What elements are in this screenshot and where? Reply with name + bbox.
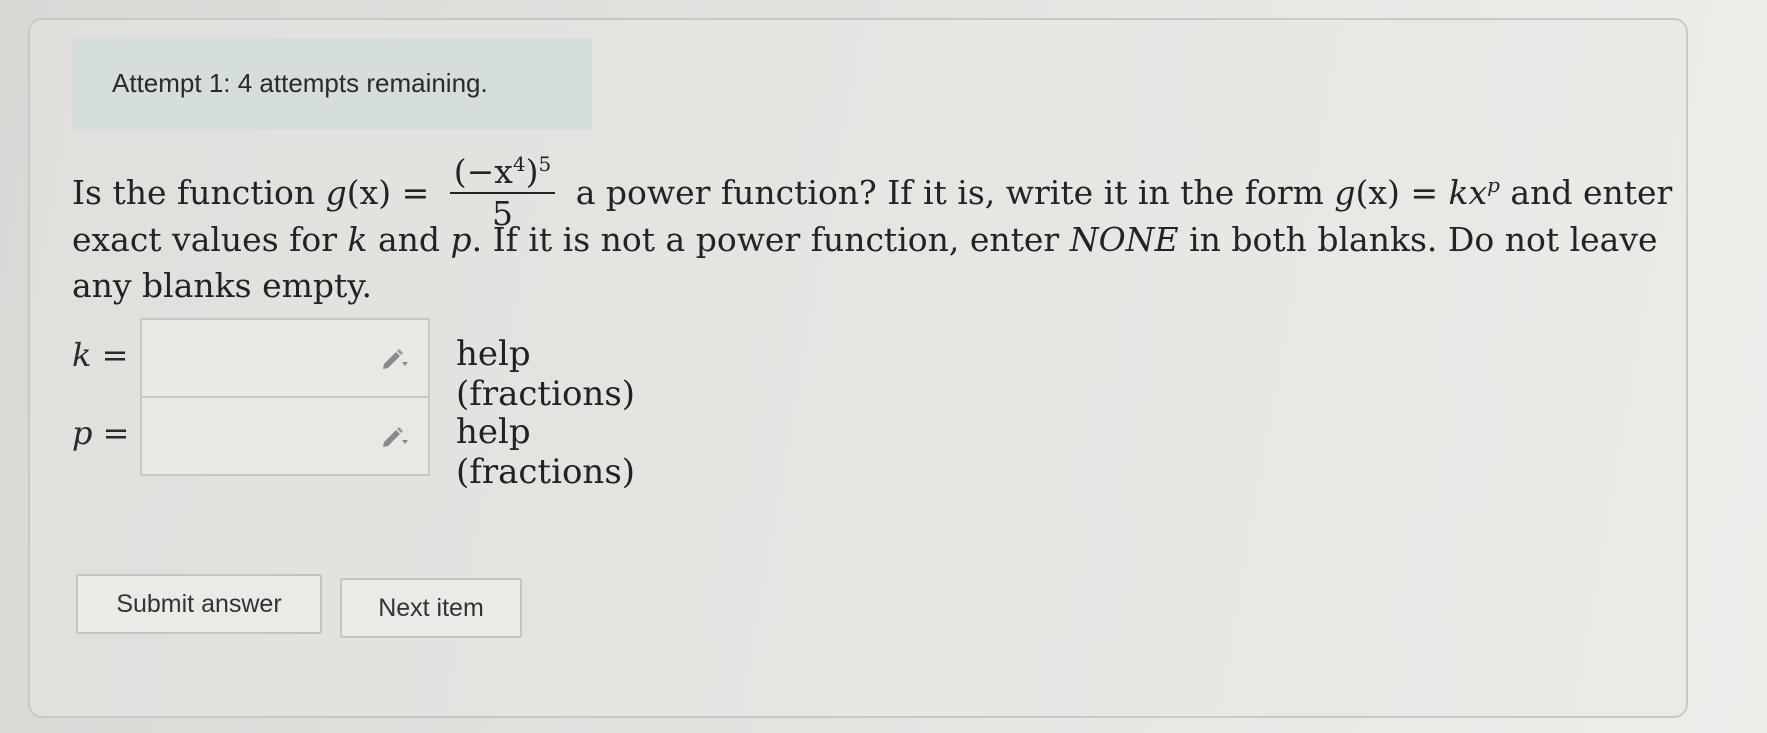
pencil-icon[interactable] (380, 346, 410, 370)
k-label: k = (72, 336, 129, 374)
question-intro: Is the function (72, 173, 326, 212)
pencil-icon[interactable] (380, 424, 410, 448)
attempt-banner: Attempt 1: 4 attempts remaining. (72, 38, 592, 130)
next-item-button[interactable]: Next item (340, 578, 522, 638)
k-help-link[interactable]: help (fractions) (456, 334, 635, 414)
question-mid: a power function? If it is, write it in … (565, 173, 1335, 212)
func-name: g (325, 173, 347, 212)
func-arg: (x) = (346, 173, 430, 212)
p-label: p = (72, 414, 130, 452)
p-input[interactable] (140, 396, 430, 476)
fraction-numerator: (−x4)5 (449, 144, 556, 194)
attempt-text: Attempt 1: 4 attempts remaining. (112, 68, 488, 98)
submit-answer-button[interactable]: Submit answer (76, 574, 322, 634)
p-help-link[interactable]: help (fractions) (456, 412, 635, 492)
k-input[interactable] (140, 318, 430, 398)
question-line-3: any blanks empty. (72, 266, 373, 305)
